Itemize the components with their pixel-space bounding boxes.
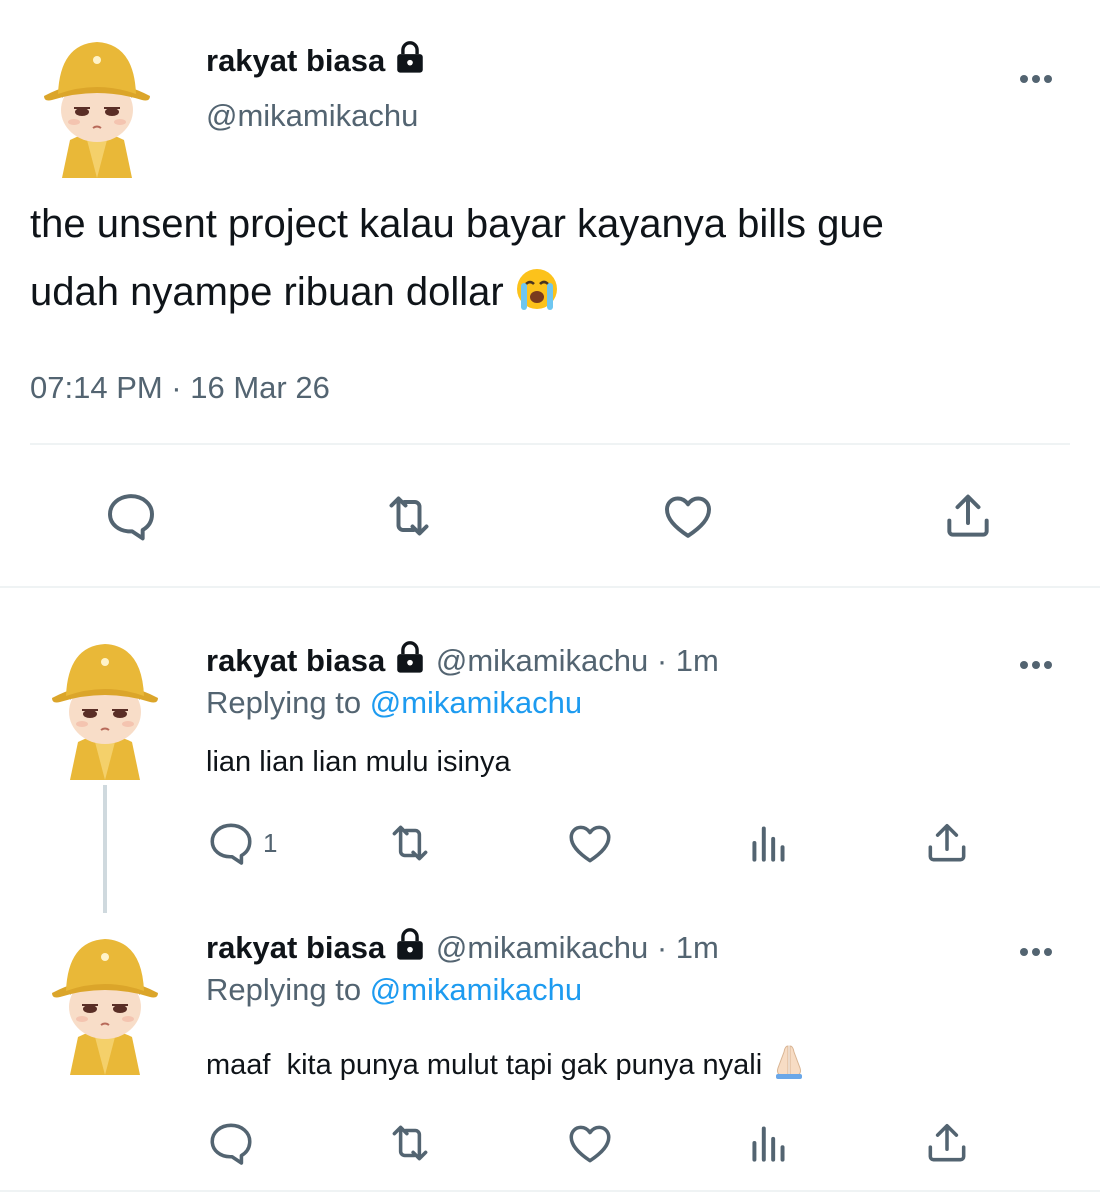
- reply-header[interactable]: rakyat biasa @mikamikachu · 1m: [206, 640, 719, 679]
- crying-face-emoji-icon: [516, 269, 557, 310]
- divider: [0, 1190, 1100, 1192]
- tweet-text-line-1: the unsent project kalau bayar kayanya b…: [30, 202, 884, 246]
- lock-icon: [393, 640, 427, 674]
- reply-text: lian lian lian mulu isinya: [206, 746, 511, 778]
- thread-line: [103, 785, 107, 913]
- more-dots-icon[interactable]: [1018, 935, 1054, 956]
- tweet-text-line-2: udah nyampe ribuan dollar: [30, 270, 504, 314]
- heart-icon[interactable]: [660, 488, 716, 544]
- replying-to-label: Replying to: [206, 972, 362, 1007]
- reply-count: 1: [263, 828, 278, 858]
- divider: [0, 586, 1100, 588]
- comment-bubble-icon[interactable]: [206, 818, 256, 868]
- lock-icon: [393, 40, 427, 74]
- tweet-text: the unsent project kalau bayar kayanya b…: [30, 190, 884, 326]
- avatar[interactable]: [40, 630, 170, 780]
- tweet-timestamp[interactable]: 07:14 PM · 16 Mar 26: [30, 370, 330, 406]
- avatar[interactable]: [40, 925, 170, 1075]
- divider: [30, 443, 1070, 445]
- heart-icon[interactable]: [565, 818, 615, 868]
- comment-bubble-icon[interactable]: [103, 488, 159, 544]
- display-name-text[interactable]: rakyat biasa: [206, 43, 385, 78]
- display-name[interactable]: rakyat biasa: [206, 40, 427, 79]
- avatar[interactable]: [32, 28, 162, 178]
- replying-to: Replying to @mikamikachu: [206, 685, 582, 721]
- user-handle[interactable]: @mikamikachu: [206, 98, 418, 134]
- share-upload-icon[interactable]: [922, 818, 972, 868]
- replying-to-handle[interactable]: @mikamikachu: [370, 685, 582, 720]
- retweet-icon[interactable]: [385, 1118, 435, 1168]
- handle-and-time[interactable]: @mikamikachu · 1m: [436, 643, 719, 678]
- share-upload-icon[interactable]: [940, 488, 996, 544]
- replying-to-label: Replying to: [206, 685, 362, 720]
- retweet-icon[interactable]: [385, 818, 435, 868]
- bar-chart-icon[interactable]: [744, 1118, 794, 1168]
- reply-text: maaf kita punya mulut tapi gak punya nya…: [206, 1049, 763, 1081]
- reply-text-row: maaf kita punya mulut tapi gak punya nya…: [206, 1042, 808, 1082]
- retweet-icon[interactable]: [381, 488, 437, 544]
- heart-icon[interactable]: [565, 1118, 615, 1168]
- lock-icon: [393, 927, 427, 961]
- folded-hands-emoji-icon: [776, 1045, 803, 1079]
- display-name[interactable]: rakyat biasa: [206, 930, 385, 965]
- more-dots-icon[interactable]: [1018, 62, 1054, 83]
- bar-chart-icon[interactable]: [744, 818, 794, 868]
- replying-to-handle[interactable]: @mikamikachu: [370, 972, 582, 1007]
- replying-to: Replying to @mikamikachu: [206, 972, 582, 1008]
- share-upload-icon[interactable]: [922, 1118, 972, 1168]
- display-name[interactable]: rakyat biasa: [206, 643, 385, 678]
- handle-and-time[interactable]: @mikamikachu · 1m: [436, 930, 719, 965]
- comment-bubble-icon[interactable]: [206, 1118, 256, 1168]
- more-dots-icon[interactable]: [1018, 648, 1054, 669]
- reply-header[interactable]: rakyat biasa @mikamikachu · 1m: [206, 927, 719, 966]
- tweet-text-line-2-row: udah nyampe ribuan dollar: [30, 258, 884, 326]
